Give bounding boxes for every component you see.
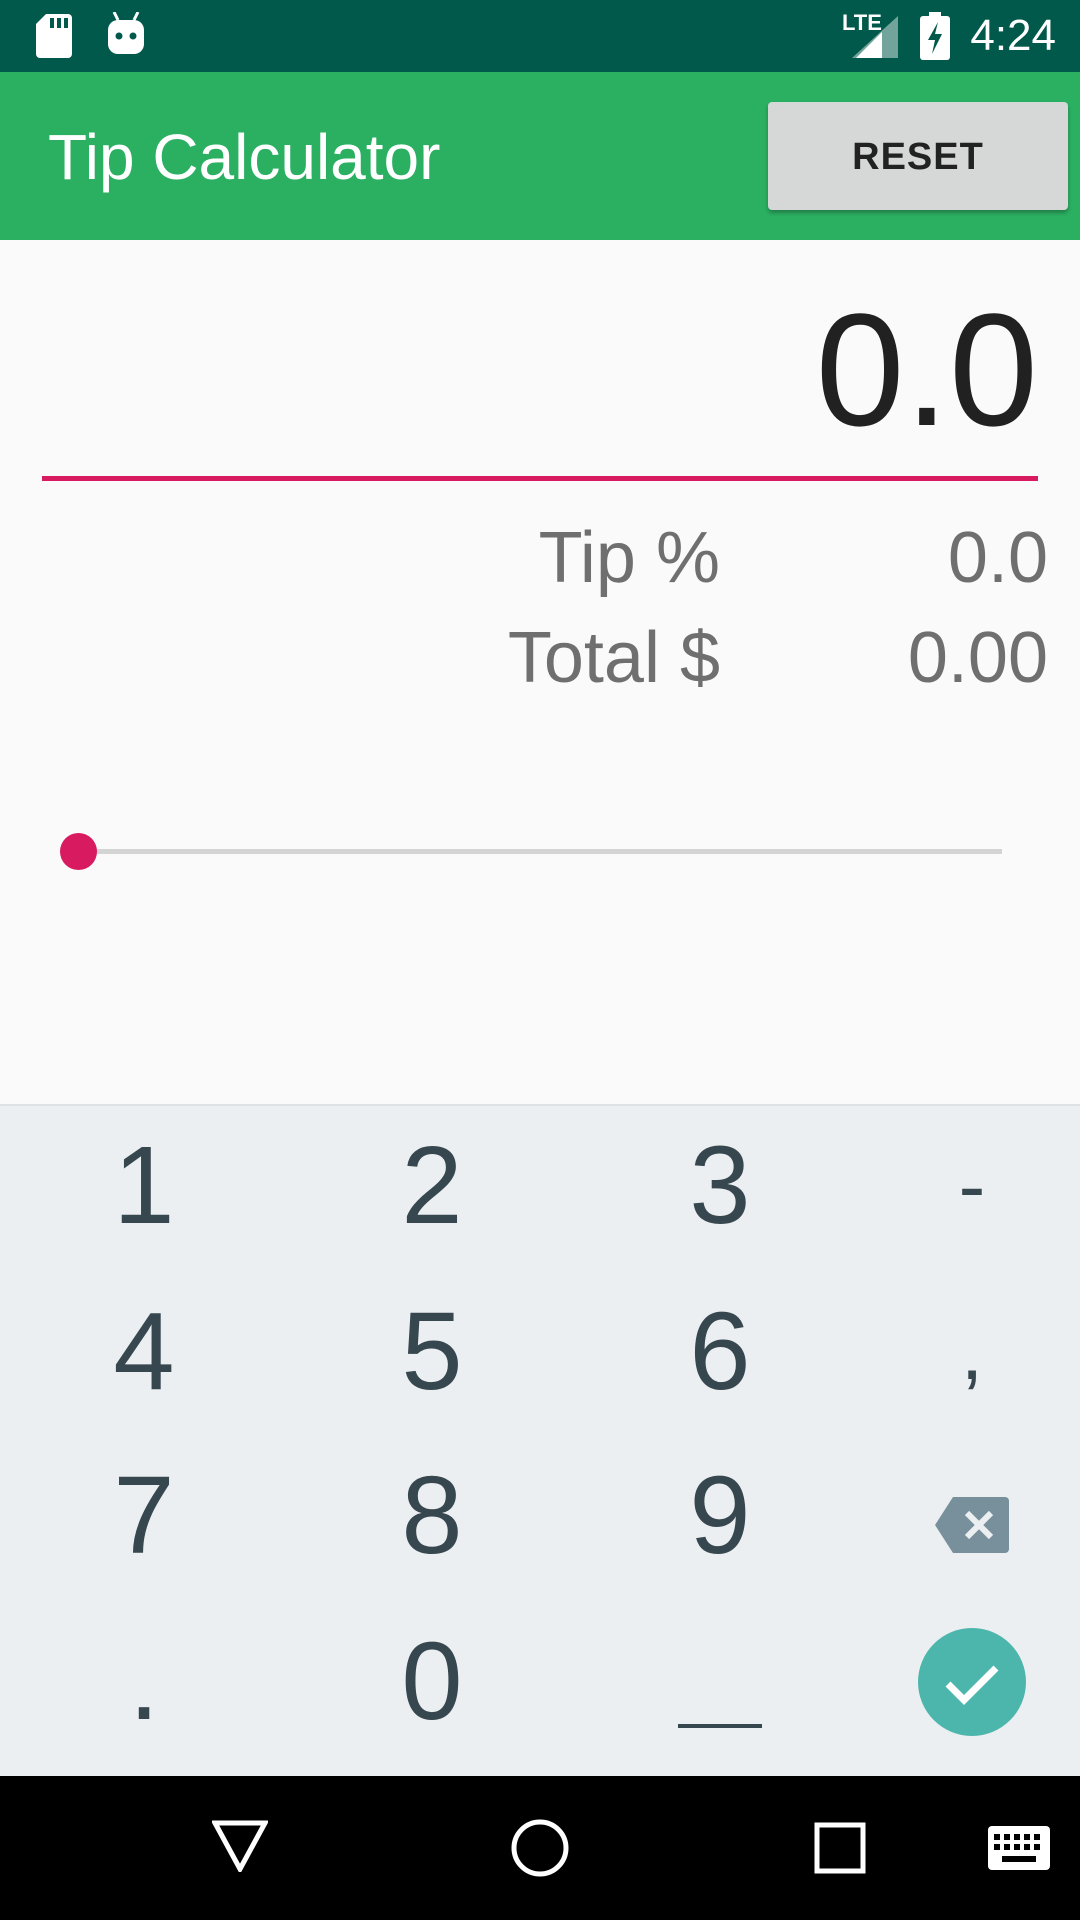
- sd-card-icon: [36, 14, 72, 58]
- tip-percent-value: 0.0: [947, 518, 1048, 598]
- status-bar: LTE 4:24: [0, 0, 1080, 72]
- key-period[interactable]: .: [24, 1602, 264, 1762]
- key-7[interactable]: 7: [24, 1436, 264, 1596]
- key-comma[interactable]: ,: [852, 1272, 1080, 1432]
- space-bar-icon: [678, 1724, 762, 1728]
- done-check-icon: [918, 1628, 1026, 1736]
- key-8[interactable]: 8: [312, 1436, 552, 1596]
- tip-percent-label: Tip %: [538, 518, 720, 598]
- numeric-keyboard: 1 2 3 - 4 5 6 , 7 8 9 . 0: [0, 1104, 1080, 1778]
- reset-button[interactable]: RESET: [768, 102, 1068, 210]
- key-1[interactable]: 1: [24, 1106, 264, 1266]
- key-3[interactable]: 3: [600, 1106, 840, 1266]
- key-2[interactable]: 2: [312, 1106, 552, 1266]
- signal-icon: [852, 16, 898, 58]
- status-time: 4:24: [970, 11, 1056, 60]
- key-done[interactable]: [852, 1602, 1080, 1762]
- battery-charging-icon: [920, 12, 950, 60]
- tip-slider-track[interactable]: [78, 849, 1002, 854]
- key-0[interactable]: 0: [312, 1602, 552, 1762]
- key-6[interactable]: 6: [600, 1272, 840, 1432]
- app-title: Tip Calculator: [48, 121, 441, 193]
- key-backspace[interactable]: [852, 1436, 1080, 1596]
- key-5[interactable]: 5: [312, 1272, 552, 1432]
- bill-amount-input[interactable]: 0.0: [42, 290, 1038, 450]
- key-space[interactable]: [600, 1602, 840, 1762]
- total-label: Total $: [507, 618, 720, 698]
- android-icon: [108, 12, 144, 54]
- key-4[interactable]: 4: [24, 1272, 264, 1432]
- home-icon[interactable]: [510, 1818, 570, 1878]
- navigation-bar: [0, 1776, 1080, 1920]
- total-value: 0.00: [907, 618, 1048, 698]
- key-minus[interactable]: -: [852, 1106, 1080, 1266]
- recents-icon[interactable]: [814, 1822, 866, 1874]
- backspace-icon: [935, 1497, 1009, 1553]
- keyboard-icon[interactable]: [988, 1826, 1050, 1870]
- input-underline: [42, 476, 1038, 481]
- key-9[interactable]: 9: [600, 1436, 840, 1596]
- back-icon[interactable]: [212, 1820, 268, 1872]
- tip-slider-thumb[interactable]: [59, 833, 97, 870]
